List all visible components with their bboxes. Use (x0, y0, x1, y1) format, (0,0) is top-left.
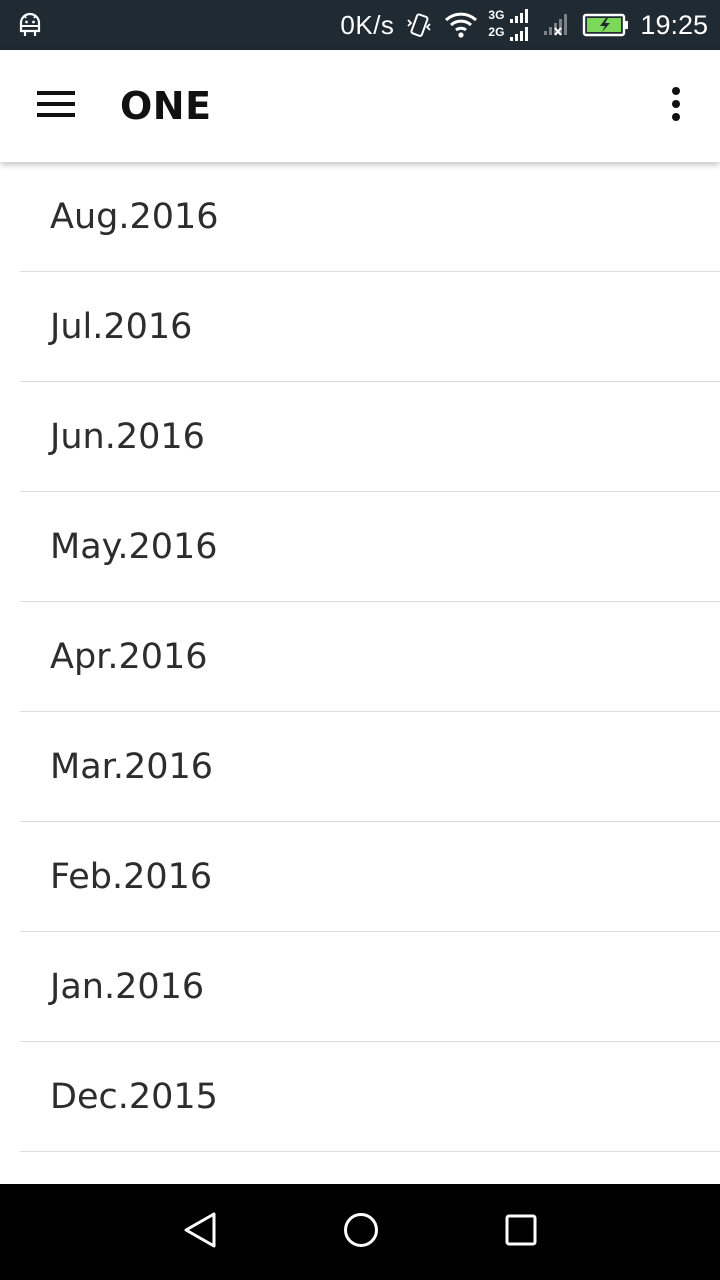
clock: 19:25 (640, 9, 708, 40)
home-button[interactable] (331, 1202, 391, 1262)
list-item[interactable]: Feb.2016 (0, 822, 720, 932)
app-title: ONE (120, 84, 212, 128)
month-label: Apr.2016 (50, 637, 208, 677)
signal-3g-label: 3G (488, 8, 505, 22)
month-label: May.2016 (50, 527, 218, 567)
month-label: Feb.2016 (50, 857, 213, 897)
month-label: Jul.2016 (50, 307, 193, 347)
vibrate-icon (404, 10, 434, 40)
hamburger-menu-icon (37, 90, 75, 123)
navigation-bar (0, 1184, 720, 1280)
menu-button[interactable] (22, 76, 90, 136)
month-label: Dec.2015 (50, 1077, 218, 1117)
list-item[interactable]: Mar.2016 (0, 712, 720, 822)
cell-signal-icon: 3G 2G (488, 5, 532, 45)
battery-charging-icon (582, 11, 630, 39)
month-label: Aug.2016 (50, 197, 219, 237)
status-icons: 0K/s 3G 2G 19:25 (340, 0, 708, 50)
wifi-icon (444, 11, 478, 39)
android-debug-icon (16, 11, 44, 39)
list-item[interactable]: Dec.2015 (0, 1042, 720, 1152)
divider (20, 1151, 720, 1152)
app-bar: ONE (0, 50, 720, 162)
network-speed: 0K/s (340, 9, 395, 40)
list-item[interactable]: Jun.2016 (0, 382, 720, 492)
month-list[interactable]: Aug.2016 Jul.2016 Jun.2016 May.2016 Apr.… (0, 162, 720, 1184)
list-item[interactable]: Jan.2016 (0, 932, 720, 1042)
month-label: Mar.2016 (50, 747, 214, 787)
month-label: Jun.2016 (50, 417, 205, 457)
more-vert-icon (670, 86, 682, 127)
list-item[interactable]: Jul.2016 (0, 272, 720, 382)
back-button[interactable] (171, 1202, 231, 1262)
status-bar: 0K/s 3G 2G 19:25 (0, 0, 720, 50)
signal-2g-label: 2G (488, 25, 505, 39)
back-icon (181, 1210, 221, 1255)
list-item[interactable]: Apr.2016 (0, 602, 720, 712)
list-item[interactable]: May.2016 (0, 492, 720, 602)
overflow-menu-button[interactable] (652, 76, 700, 136)
home-icon (341, 1210, 381, 1255)
no-signal-icon (542, 11, 572, 39)
recents-button[interactable] (491, 1202, 551, 1262)
recents-icon (501, 1210, 541, 1255)
month-label: Jan.2016 (50, 967, 205, 1007)
list-item[interactable]: Aug.2016 (0, 162, 720, 272)
